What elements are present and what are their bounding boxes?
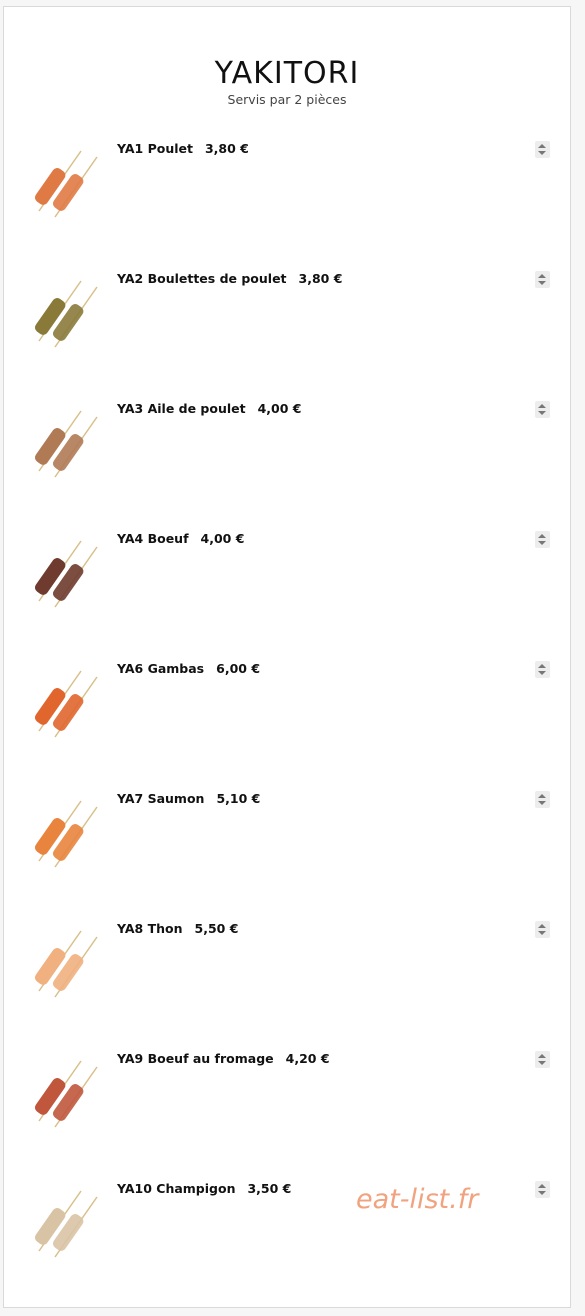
menu-item: YA1 Poulet 3,80 € (4, 141, 570, 271)
decrement-arrow-icon[interactable] (538, 1061, 546, 1065)
decrement-arrow-icon[interactable] (538, 931, 546, 935)
chicken-meatball-skewer-icon (19, 271, 103, 355)
menu-item: YA4 Boeuf 4,00 € (4, 531, 570, 661)
item-name: YA7 Saumon 5,10 € (117, 791, 260, 806)
increment-arrow-icon[interactable] (538, 664, 546, 668)
menu-item: YA10 Champigon 3,50 € (4, 1181, 570, 1311)
item-price: 6,00 € (216, 661, 261, 676)
increment-arrow-icon[interactable] (538, 144, 546, 148)
menu-item: YA7 Saumon 5,10 € (4, 791, 570, 921)
quantity-stepper[interactable] (535, 1051, 550, 1068)
quantity-stepper[interactable] (535, 401, 550, 418)
watermark: eat-list.fr (356, 1184, 479, 1215)
tuna-skewer-icon (19, 921, 103, 1005)
item-label: YA8 Thon (117, 921, 183, 936)
item-name: YA8 Thon 5,50 € (117, 921, 238, 936)
menu-subtitle: Servis par 2 pièces (227, 92, 347, 107)
increment-arrow-icon[interactable] (538, 924, 546, 928)
increment-arrow-icon[interactable] (538, 1184, 546, 1188)
beef-skewer-icon (19, 531, 103, 615)
quantity-stepper[interactable] (535, 661, 550, 678)
item-price: 4,00 € (200, 531, 245, 546)
item-label: YA7 Saumon (117, 791, 205, 806)
quantity-stepper[interactable] (535, 921, 550, 938)
decrement-arrow-icon[interactable] (538, 801, 546, 805)
item-price: 5,10 € (216, 791, 261, 806)
menu-item: YA9 Boeuf au fromage 4,20 € (4, 1051, 570, 1181)
item-name: YA2 Boulettes de poulet 3,80 € (117, 271, 342, 286)
beef-cheese-skewer-icon (19, 1051, 103, 1135)
menu-page: YAKITORI Servis par 2 pièces YA1 Poulet 3… (3, 6, 571, 1308)
item-price: 3,80 € (204, 141, 249, 156)
item-label: YA2 Boulettes de poulet (117, 271, 287, 286)
item-price: 5,50 € (194, 921, 239, 936)
menu-header: YAKITORI Servis par 2 pièces (4, 56, 570, 108)
salmon-skewer-icon (19, 791, 103, 875)
chicken-skewer-icon (19, 141, 103, 225)
decrement-arrow-icon[interactable] (538, 151, 546, 155)
shrimp-skewer-icon (19, 661, 103, 745)
menu-item: YA8 Thon 5,50 € (4, 921, 570, 1051)
item-price: 4,00 € (257, 401, 302, 416)
quantity-stepper[interactable] (535, 791, 550, 808)
item-label: YA3 Aile de poulet (117, 401, 246, 416)
menu-item: YA2 Boulettes de poulet 3,80 € (4, 271, 570, 401)
item-name: YA1 Poulet 3,80 € (117, 141, 249, 156)
item-name: YA4 Boeuf 4,00 € (117, 531, 244, 546)
decrement-arrow-icon[interactable] (538, 411, 546, 415)
quantity-stepper[interactable] (535, 1181, 550, 1198)
decrement-arrow-icon[interactable] (538, 541, 546, 545)
mushroom-skewer-icon (19, 1181, 103, 1265)
quantity-stepper[interactable] (535, 271, 550, 288)
item-label: YA10 Champigon (117, 1181, 236, 1196)
item-label: YA9 Boeuf au fromage (117, 1051, 274, 1066)
menu-title: YAKITORI (214, 56, 360, 91)
menu-item: YA3 Aile de poulet 4,00 € (4, 401, 570, 531)
item-label: YA4 Boeuf (117, 531, 189, 546)
decrement-arrow-icon[interactable] (538, 1191, 546, 1195)
menu-item: YA6 Gambas 6,00 € (4, 661, 570, 791)
item-name: YA3 Aile de poulet 4,00 € (117, 401, 302, 416)
item-price: 4,20 € (285, 1051, 330, 1066)
item-name: YA6 Gambas 6,00 € (117, 661, 260, 676)
item-label: YA1 Poulet (117, 141, 193, 156)
increment-arrow-icon[interactable] (538, 534, 546, 538)
item-price: 3,50 € (247, 1181, 292, 1196)
item-label: YA6 Gambas (117, 661, 205, 676)
item-name: YA9 Boeuf au fromage 4,20 € (117, 1051, 330, 1066)
increment-arrow-icon[interactable] (538, 794, 546, 798)
chicken-wing-skewer-icon (19, 401, 103, 485)
increment-arrow-icon[interactable] (538, 274, 546, 278)
quantity-stepper[interactable] (535, 531, 550, 548)
item-price: 3,80 € (298, 271, 343, 286)
quantity-stepper[interactable] (535, 141, 550, 158)
increment-arrow-icon[interactable] (538, 1054, 546, 1058)
increment-arrow-icon[interactable] (538, 404, 546, 408)
item-name: YA10 Champigon 3,50 € (117, 1181, 291, 1196)
decrement-arrow-icon[interactable] (538, 671, 546, 675)
decrement-arrow-icon[interactable] (538, 281, 546, 285)
